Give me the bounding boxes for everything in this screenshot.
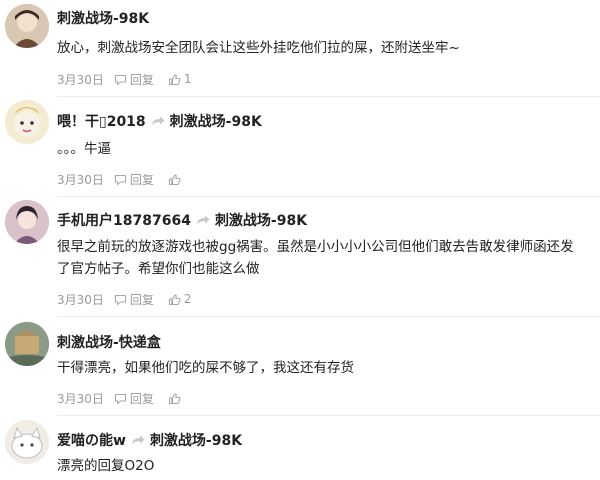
avatar[interactable] <box>5 200 49 244</box>
reply-button[interactable]: 回复 <box>114 71 154 88</box>
speech-bubble-icon <box>114 392 127 405</box>
reply-label: 回复 <box>129 72 154 87</box>
speech-bubble-icon <box>114 173 127 186</box>
comment-meta: 3月30日 回复 <box>57 169 198 189</box>
reply-arrow-icon <box>195 214 211 226</box>
username[interactable]: 手机用户18787664 <box>57 210 191 230</box>
comment-date: 3月30日 <box>57 172 104 187</box>
reply-label: 回复 <box>129 172 154 187</box>
comment-header: 爱喵の能w 刺激战场-98K <box>57 429 242 451</box>
comment-text: 漂亮的回复O2O <box>57 458 155 474</box>
reply-button[interactable]: 回复 <box>114 291 154 308</box>
like-count: 2 <box>183 292 192 306</box>
reply-target-user[interactable]: 刺激战场-98K <box>150 430 242 450</box>
avatar[interactable] <box>5 322 49 366</box>
divider <box>57 196 600 197</box>
divider <box>57 96 600 97</box>
avatar[interactable] <box>5 100 49 144</box>
comment-header: 刺激战场-98K <box>57 7 149 29</box>
username[interactable]: 喂！干▯2018 <box>57 111 146 131</box>
speech-bubble-icon <box>114 293 127 306</box>
like-count: 1 <box>183 72 192 86</box>
reply-button[interactable]: 回复 <box>114 171 154 188</box>
username[interactable]: 爱喵の能w <box>57 430 126 450</box>
like-button[interactable] <box>168 173 184 186</box>
thumbs-up-icon <box>168 392 181 405</box>
comment-date: 3月30日 <box>57 72 104 87</box>
comment-text: 。。。牛逼 <box>57 141 111 157</box>
reply-target-user[interactable]: 刺激战场-98K <box>215 210 307 230</box>
like-button[interactable]: 1 <box>168 72 192 86</box>
comment-text: 干得漂亮，如果他们吃的屎不够了，我这还有存货 <box>57 360 354 376</box>
comment-header: 喂！干▯2018 刺激战场-98K <box>57 110 262 132</box>
reply-label: 回复 <box>129 292 154 307</box>
comment-meta: 3月30日 回复 1 <box>57 69 206 89</box>
username[interactable]: 刺激战场-98K <box>57 8 149 28</box>
reply-target-user[interactable]: 刺激战场-98K <box>170 111 262 131</box>
divider <box>57 415 600 416</box>
reply-button[interactable]: 回复 <box>114 390 154 407</box>
avatar[interactable] <box>5 420 49 464</box>
comment-date: 3月30日 <box>57 391 104 406</box>
avatar[interactable] <box>5 4 49 48</box>
comment-header: 刺激战场-快递盒 <box>57 331 161 353</box>
thumbs-up-icon <box>168 173 181 186</box>
comment-meta: 3月30日 回复 2 <box>57 289 206 309</box>
speech-bubble-icon <box>114 73 127 86</box>
like-button[interactable]: 2 <box>168 292 192 306</box>
comment-header: 手机用户18787664 刺激战场-98K <box>57 209 307 231</box>
thumbs-up-icon <box>168 73 181 86</box>
thumbs-up-icon <box>168 293 181 306</box>
reply-arrow-icon <box>150 115 166 127</box>
comment-text: 放心，刺激战场安全团队会让这些外挂吃他们拉的屎，还附送坐牢~ <box>57 40 460 56</box>
divider <box>57 316 600 317</box>
reply-arrow-icon <box>130 434 146 446</box>
comment-text: 很早之前玩的放逐游戏也被gg祸害。虽然是小小小小公司但他们敢去告敢发律师函还发了… <box>57 239 574 277</box>
like-button[interactable] <box>168 392 184 405</box>
username[interactable]: 刺激战场-快递盒 <box>57 332 161 352</box>
reply-label: 回复 <box>129 391 154 406</box>
comment-date: 3月30日 <box>57 292 104 307</box>
comment-meta: 3月30日 回复 <box>57 388 198 408</box>
